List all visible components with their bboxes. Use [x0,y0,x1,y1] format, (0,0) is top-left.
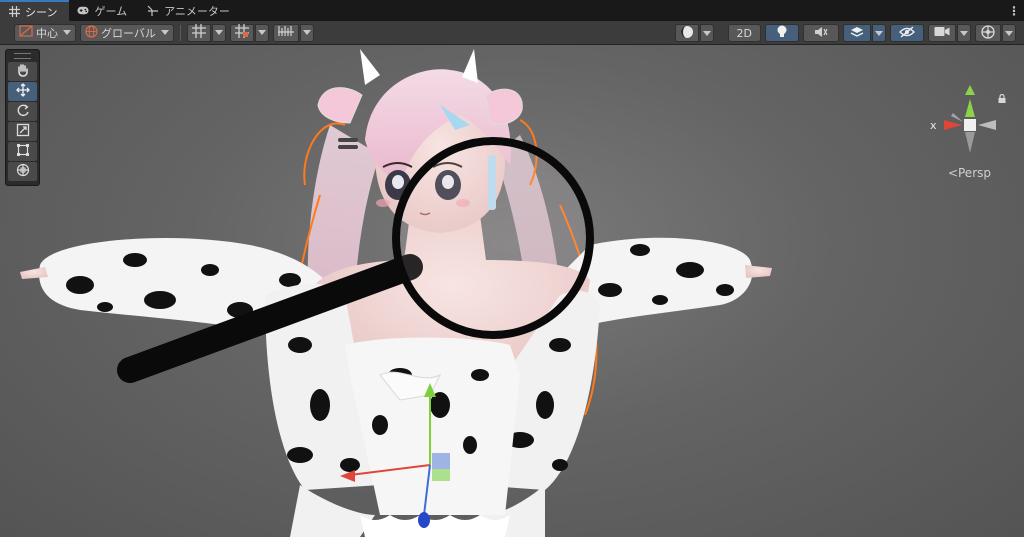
chevron-down-icon [257,30,266,35]
tab-scene-label: シーン [25,5,58,19]
scene-camera-button[interactable] [928,24,956,42]
rect-tool-button[interactable] [8,142,37,161]
increment-snap-button[interactable] [272,23,299,42]
tab-game[interactable]: ゲーム [69,0,139,21]
effects-dropdown[interactable] [872,24,886,42]
pivot-center-dropdown[interactable]: 中心 [14,23,76,42]
grid-snap-group [186,23,226,42]
view-tool-button[interactable] [8,62,37,81]
gizmo-globe-icon [981,24,995,42]
snap-increment-group [229,23,269,42]
lightbulb-icon [776,25,788,42]
shading-mode-button[interactable] [674,24,699,42]
scene-render [20,49,772,537]
tab-game-label: ゲーム [94,4,128,18]
palette-drag-handle[interactable] [14,53,31,59]
camera-group [928,24,971,42]
gizmo-neg-y-cone[interactable] [965,132,975,153]
pivot-label: 中心 [36,26,58,40]
scale-tool-button[interactable] [8,122,37,141]
grid-visibility-button[interactable] [186,23,211,42]
projection-toggle[interactable]: <Persp [948,166,991,180]
global-space-dropdown[interactable]: グローバル [80,23,174,42]
increment-snap-group [272,23,314,42]
scene-camera-dropdown[interactable] [957,24,971,42]
gizmo-center-cube[interactable] [964,119,976,131]
chevron-down-icon [875,30,883,36]
gizmos-group [975,24,1016,42]
gizmos-button[interactable] [975,24,1001,42]
chevron-down-icon [1005,30,1013,36]
dress [345,337,520,537]
grid-icon [8,6,20,18]
eye-slash-icon [899,25,915,41]
chevron-down-icon [960,30,968,36]
space-label: グローバル [101,26,156,40]
projection-label: Persp [958,166,991,180]
toggle-audio-button[interactable] [803,24,839,42]
tab-animator-label: アニメーター [164,4,230,18]
gamepad-icon [77,5,89,17]
gizmo-y-cone[interactable] [965,99,975,117]
rect-transform-icon [16,142,30,161]
grid-snapping-button[interactable] [229,23,254,42]
scale-icon [16,122,30,141]
lock-icon[interactable] [998,88,1006,107]
scene-visibility-button[interactable] [890,24,924,42]
grid-visibility-dropdown[interactable] [211,23,226,42]
toggle-effects-button[interactable] [843,24,871,42]
gizmo-x-label: x [930,119,937,132]
mode-2d-label: 2D [736,26,752,40]
draw-mode-group [674,24,714,42]
grid-snap-icon [191,24,206,41]
shaded-sphere-icon [680,25,694,42]
chevron-down-icon [214,30,223,35]
snap-increment-dropdown[interactable] [254,23,269,42]
tab-animator[interactable]: アニメーター [139,0,242,21]
move-tool-button[interactable] [8,82,37,101]
tool-palette [5,49,40,186]
snap-grid-icon [234,24,249,41]
rotate-icon [16,102,30,121]
gizmos-dropdown[interactable] [1002,24,1016,42]
speaker-muted-icon [814,26,828,41]
effects-group [843,24,886,42]
chevron-down-icon [63,30,71,35]
rotate-tool-button[interactable] [8,102,37,121]
persp-chevron-icon: < [947,166,958,180]
chevron-down-icon [702,30,711,36]
increment-snap-dropdown[interactable] [299,23,314,42]
globe-icon [85,24,98,41]
chevron-down-icon [160,30,169,35]
gizmo-y-tip [965,85,975,95]
hand-icon [16,62,30,81]
shading-mode-dropdown[interactable] [699,24,714,42]
scene-viewport[interactable]: x <Persp [0,45,1024,537]
scene-view-options: 2D [674,24,1016,42]
tab-scene[interactable]: シーン [0,0,70,21]
move-arrows-icon [15,82,30,101]
ruler-icon [277,25,294,40]
toolbar-divider [179,24,181,41]
chevron-down-icon [302,30,311,35]
window-menu-kebab-icon[interactable]: ⋮ [1004,0,1024,21]
camera-icon [934,26,950,40]
gizmo-x-cone[interactable] [944,120,962,130]
layers-icon [850,26,864,41]
gizmo-neg-x-cone[interactable] [978,120,996,130]
toggle-lighting-button[interactable] [765,24,799,42]
unity-scene-window: シーン ゲーム アニメーター ⋮ 中心 グローバル 2D x <Persp [0,0,1024,537]
pivot-icon [19,25,33,40]
transform-tool-button[interactable] [8,162,37,181]
toggle-2d-button[interactable]: 2D [727,24,761,42]
scene-toolbar: 中心 グローバル 2D [0,21,1024,45]
animator-icon [147,5,159,17]
gizmo-z-cone[interactable] [951,113,963,122]
window-tab-bar: シーン ゲーム アニメーター ⋮ [0,0,1024,21]
transform-all-icon [16,162,30,181]
